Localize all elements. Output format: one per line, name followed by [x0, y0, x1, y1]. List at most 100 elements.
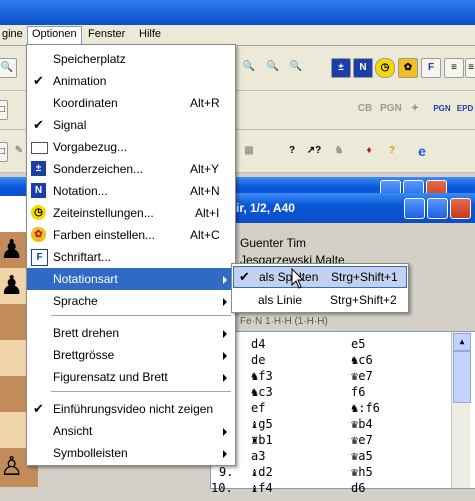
more-icon[interactable]: ≡: [465, 58, 475, 78]
scroll-thumb[interactable]: [453, 351, 471, 403]
white-move[interactable]: a3: [251, 449, 265, 463]
black-move[interactable]: ♞:f6: [351, 401, 380, 415]
menu-item-notationsart[interactable]: Notationsart: [27, 268, 235, 290]
zoom-minus-icon[interactable]: 🔍: [287, 58, 305, 76]
check-icon: ✔: [33, 401, 44, 416]
pgn-icon[interactable]: PGN: [380, 100, 402, 118]
special-chars-icon[interactable]: ±: [331, 58, 351, 78]
clock-icon[interactable]: ◷: [375, 58, 395, 78]
cb-icon[interactable]: CB: [356, 100, 374, 118]
menu-item-ansicht[interactable]: Ansicht: [27, 420, 235, 442]
close-button[interactable]: [450, 198, 471, 219]
zoom-plus-icon[interactable]: 🔍: [264, 58, 282, 76]
black-move[interactable]: ♞c6: [351, 353, 373, 367]
settings-icon[interactable]: ≡: [444, 58, 464, 78]
black-move[interactable]: ♛h5: [351, 465, 373, 479]
submenu-item-als-spalten[interactable]: ✔ als Spalten Strg+Shift+1: [233, 266, 407, 288]
menu-item-speicherplatz[interactable]: Speicherplatz: [27, 48, 235, 70]
menu-item-sprache[interactable]: Sprache: [27, 290, 235, 312]
submenu-arrow-icon: [223, 352, 227, 360]
font-icon[interactable]: F: [421, 58, 441, 78]
menu-item-koordinaten[interactable]: Koordinaten Alt+R: [27, 92, 235, 114]
epd-export-icon[interactable]: EPD: [456, 100, 474, 118]
shortcut-label: Strg+Shift+2: [330, 293, 397, 307]
puzzle-icon[interactable]: ✦: [406, 100, 424, 118]
menu-item-brettgroesse[interactable]: Brettgrösse: [27, 344, 235, 366]
black-move[interactable]: ♛a5: [351, 449, 373, 463]
white-move[interactable]: ef: [251, 401, 265, 415]
game-window-title: ir, 1/2, A40: [236, 201, 295, 215]
menu-item-farben[interactable]: ✿ Farben einstellen... Alt+C: [27, 224, 235, 246]
move-number: 10.: [211, 481, 233, 495]
menu-item-symbolleisten[interactable]: Symbolleisten: [27, 442, 235, 464]
black-move[interactable]: f6: [351, 385, 365, 399]
board-icon[interactable]: ▦: [240, 142, 258, 160]
menu-item-sonderzeichen[interactable]: ± Sonderzeichen... Alt+Y: [27, 158, 235, 180]
palette-icon: ✿: [31, 227, 46, 242]
black-move[interactable]: ♛e7: [351, 369, 373, 383]
black-move[interactable]: d6: [351, 481, 365, 495]
menu-hilfe[interactable]: Hilfe: [139, 28, 161, 40]
notation-panel[interactable]: ▲ 1.d4e5 2.de♞c6 3.♞f3♛e7 4.♞c3f6 5.ef♞:…: [210, 331, 475, 495]
black-piece-icon[interactable]: ♟: [0, 270, 23, 301]
menu-item-schriftart[interactable]: F Schriftart...: [27, 246, 235, 268]
menu-item-animation[interactable]: ✔ Animation: [27, 70, 235, 92]
submenu-arrow-icon: [223, 330, 227, 338]
book-icon[interactable]: ♦: [360, 142, 378, 160]
toolbar-button[interactable]: □: [0, 142, 8, 162]
maximize-button[interactable]: [427, 198, 448, 219]
menubar: gine Optionen Fenster Hilfe: [0, 25, 475, 46]
black-piece-icon[interactable]: ♟: [0, 234, 23, 265]
context-help-icon[interactable]: ↗?: [305, 142, 323, 160]
black-move[interactable]: e5: [351, 337, 365, 351]
menu-item-brett-drehen[interactable]: Brett drehen: [27, 322, 235, 344]
zoom-in-icon[interactable]: 🔍: [240, 58, 258, 76]
app-title-bar: [0, 0, 475, 25]
move-number: 9.: [219, 465, 234, 479]
white-pawn-icon[interactable]: ♙: [0, 451, 23, 482]
shortcut-label: Alt+I: [195, 206, 220, 220]
white-move[interactable]: ♝f4: [251, 481, 273, 495]
submenu-item-als-linie[interactable]: als Linie Strg+Shift+2: [232, 289, 408, 311]
white-move[interactable]: ♞c3: [251, 385, 273, 399]
notation-row: 10. ♝f4 d6: [211, 479, 451, 501]
white-move[interactable]: ♜b1: [251, 433, 273, 447]
scroll-up-button[interactable]: ▲: [453, 333, 471, 351]
help-icon[interactable]: ?: [283, 142, 301, 160]
white-move[interactable]: d4: [251, 337, 265, 351]
pgn-export-icon[interactable]: PGN: [433, 100, 451, 118]
internet-icon[interactable]: e: [413, 142, 431, 160]
scrollbar[interactable]: ▲: [451, 332, 471, 488]
menu-partie[interactable]: gine: [2, 28, 23, 40]
black-move[interactable]: ♛b4: [351, 417, 373, 431]
white-move[interactable]: ♝g5: [251, 417, 273, 431]
minimize-button[interactable]: [404, 198, 425, 219]
menu-item-einfuehrungsvideo[interactable]: ✔ Einführungsvideo nicht zeigen: [27, 398, 235, 420]
menu-item-figurensatz[interactable]: Figurensatz und Brett: [27, 366, 235, 388]
zoom-icon[interactable]: 🔍: [0, 58, 17, 78]
white-move[interactable]: ♝d2: [251, 465, 273, 479]
white-move[interactable]: de: [251, 353, 265, 367]
check-icon: ✔: [33, 117, 44, 132]
submenu-arrow-icon: [223, 298, 227, 306]
menu-item-zeiteinstellungen[interactable]: ◷ Zeiteinstellungen... Alt+I: [27, 202, 235, 224]
shortcut-label: Alt+Y: [190, 162, 220, 176]
shortcut-label: Alt+C: [190, 228, 220, 242]
horse-icon[interactable]: ♞: [330, 142, 348, 160]
palette-icon[interactable]: ✿: [398, 58, 418, 78]
menu-item-signal[interactable]: ✔ Signal: [27, 114, 235, 136]
plusminus-icon: ±: [31, 161, 46, 176]
menu-fenster[interactable]: Fenster: [88, 28, 125, 40]
submenu-arrow-icon: [223, 276, 227, 284]
menu-item-notation[interactable]: N Notation... Alt+N: [27, 180, 235, 202]
toolbar-button[interactable]: □: [0, 100, 8, 120]
help-book-icon[interactable]: ?: [383, 142, 401, 160]
menu-optionen[interactable]: Optionen: [27, 26, 82, 45]
black-move[interactable]: ♛e7: [351, 433, 373, 447]
white-move[interactable]: ♞f3: [251, 369, 273, 383]
clock-icon: ◷: [31, 205, 46, 220]
check-icon: ✔: [33, 73, 44, 88]
menu-item-vorgabezug[interactable]: Vorgabezug...: [27, 136, 235, 158]
mouse-cursor-icon: [291, 268, 305, 289]
notation-icon[interactable]: N: [353, 58, 373, 78]
